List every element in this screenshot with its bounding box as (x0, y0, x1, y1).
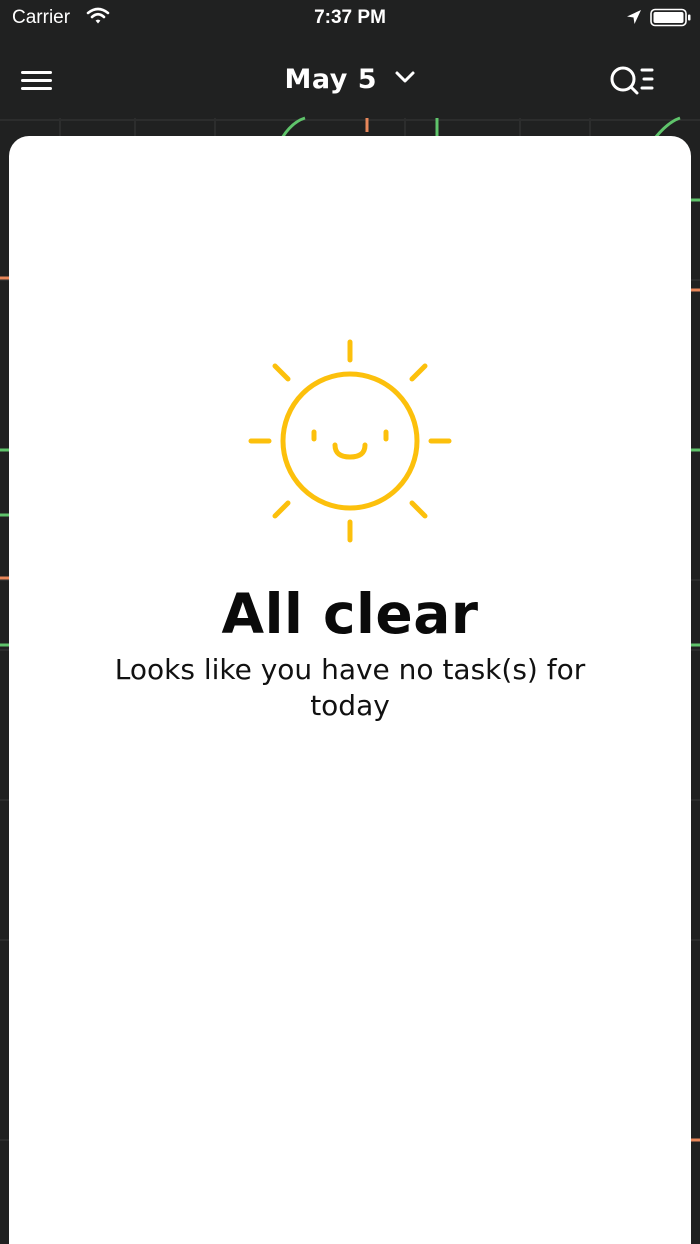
date-label: May 5 (284, 64, 378, 95)
top-nav-bar: May 5 (0, 50, 700, 114)
empty-state-message: Looks like you have no task(s) for today (114, 653, 586, 722)
location-arrow-icon (626, 9, 642, 31)
search-list-icon (610, 66, 654, 95)
empty-state-title: All clear (221, 582, 479, 646)
chevron-down-icon (394, 70, 416, 89)
battery-icon (650, 8, 692, 34)
status-bar: Carrier 7:37 PM (0, 0, 700, 36)
status-time: 7:37 PM (314, 7, 386, 28)
smiling-sun-icon (248, 339, 452, 543)
task-list-card: All clear Looks like you have no task(s)… (9, 136, 691, 1244)
app-screen: Carrier 7:37 PM May 5 All clear Looks li… (0, 0, 700, 1244)
search-list-button[interactable] (608, 64, 656, 98)
date-selector[interactable]: May 5 (0, 64, 700, 95)
